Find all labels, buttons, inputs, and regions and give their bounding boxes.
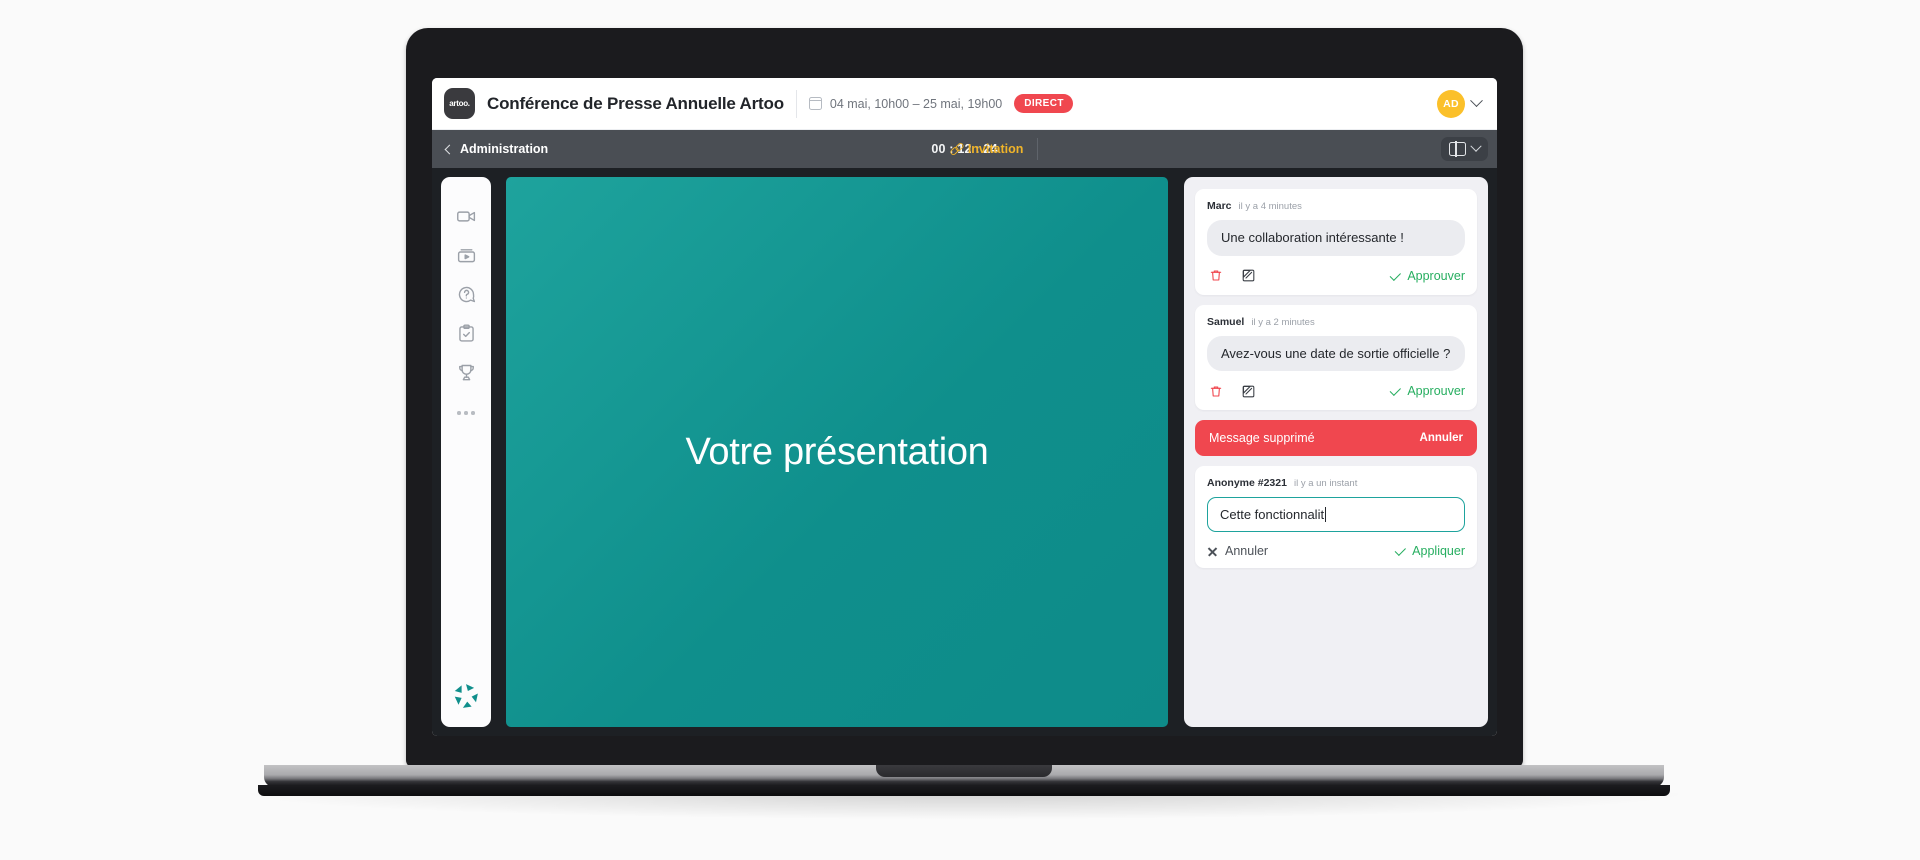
- deleted-message-banner: Message supprimé Annuler: [1195, 420, 1477, 457]
- event-date-group: 04 mai, 10h00 – 25 mai, 19h00: [808, 96, 1003, 111]
- trophy-icon: [458, 364, 474, 380]
- page-title: Conférence de Presse Annuelle Artoo: [487, 93, 784, 113]
- artoo-logo-text: artoo.: [449, 99, 470, 108]
- sidebar-brand-logo[interactable]: [449, 679, 483, 713]
- shutter-logo-icon: [454, 684, 478, 708]
- approve-comment-button[interactable]: Approuver: [1389, 268, 1465, 283]
- chevron-left-icon: [444, 144, 455, 154]
- more-dots-icon: [457, 411, 475, 415]
- comment-timestamp: il y a un instant: [1293, 478, 1358, 490]
- toolbar-divider: [1037, 138, 1039, 160]
- comment-author: Marc: [1207, 200, 1232, 212]
- chevron-down-icon[interactable]: [1470, 94, 1483, 108]
- comment-card: Marc il y a 4 minutes Une collaboration …: [1195, 189, 1477, 295]
- apply-label: Appliquer: [1412, 544, 1465, 559]
- presentation-stage[interactable]: Votre présentation: [506, 177, 1168, 727]
- cancel-label: Annuler: [1225, 544, 1269, 559]
- sidebar-item-video[interactable]: [449, 199, 483, 233]
- split-panel-icon: [1448, 141, 1466, 157]
- close-icon: [1207, 546, 1218, 557]
- header-divider: [795, 89, 797, 118]
- calendar-icon: [808, 97, 823, 110]
- moderation-panel: Marc il y a 4 minutes Une collaboration …: [1184, 177, 1488, 727]
- approve-label: Approuver: [1407, 268, 1465, 283]
- laptop-lid: artoo. Conférence de Presse Annuelle Art…: [406, 28, 1523, 768]
- sidebar-item-questions[interactable]: [449, 277, 483, 311]
- clipboard-check-icon: [458, 323, 474, 342]
- toolbar-right-group: Invitation: [951, 138, 1039, 160]
- apply-edit-button[interactable]: Appliquer: [1394, 544, 1465, 559]
- back-label: Administration: [460, 142, 549, 156]
- laptop-shadow: [250, 793, 1678, 819]
- comment-header: Samuel il y a 2 minutes: [1207, 316, 1465, 328]
- comment-edit-actions: Annuler Appliquer: [1207, 544, 1465, 558]
- comment-timestamp: il y a 2 minutes: [1251, 316, 1315, 328]
- comment-header: Anonyme #2321 il y a un instant: [1207, 477, 1465, 489]
- comment-edit-value: Cette fonctionnalit: [1220, 507, 1325, 523]
- edit-comment-button[interactable]: [1239, 267, 1257, 285]
- app-header: artoo. Conférence de Presse Annuelle Art…: [432, 78, 1497, 130]
- pencil-square-icon: [1242, 269, 1254, 282]
- layout-switch-button[interactable]: [1440, 137, 1488, 161]
- approve-comment-button[interactable]: Approuver: [1389, 384, 1465, 399]
- question-bubble-icon: [458, 286, 475, 302]
- chevron-down-icon: [1470, 140, 1482, 152]
- invitation-label: Invitation: [967, 142, 1024, 156]
- comment-author: Anonyme #2321: [1207, 477, 1287, 490]
- account-menu[interactable]: AD: [1437, 89, 1483, 118]
- media-play-icon: [457, 248, 475, 262]
- check-icon: [1389, 269, 1402, 281]
- laptop-mockup: artoo. Conférence de Presse Annuelle Art…: [0, 0, 1920, 860]
- event-date-range: 04 mai, 10h00 – 25 mai, 19h00: [829, 96, 1003, 111]
- comment-timestamp: il y a 4 minutes: [1238, 201, 1302, 212]
- avatar[interactable]: AD: [1437, 89, 1465, 118]
- app-screen: artoo. Conférence de Presse Annuelle Art…: [432, 78, 1497, 736]
- approve-label: Approuver: [1407, 384, 1465, 399]
- back-to-administration-button[interactable]: Administration: [444, 142, 549, 156]
- video-camera-icon: [456, 210, 475, 222]
- deleted-message-text: Message supprimé: [1209, 431, 1315, 446]
- status-badge: DIRECT: [1014, 94, 1073, 113]
- invitation-button[interactable]: Invitation: [951, 142, 1038, 156]
- link-icon: [951, 144, 962, 155]
- comment-message: Avez-vous une date de sortie officielle …: [1207, 335, 1465, 372]
- session-toolbar: Administration 00 : 12 : 24 Invitation: [432, 130, 1497, 168]
- sidebar-item-more[interactable]: [449, 394, 483, 428]
- sidebar-item-media[interactable]: [449, 238, 483, 272]
- pencil-square-icon: [1242, 385, 1254, 397]
- comment-actions: Approuver: [1207, 382, 1465, 400]
- laptop-hinge: [264, 765, 1664, 787]
- app-body: Votre présentation Marc il y a 4 minutes…: [432, 168, 1497, 736]
- trash-icon: [1210, 270, 1222, 281]
- cancel-edit-button[interactable]: Annuler: [1207, 544, 1268, 558]
- sidebar-item-survey[interactable]: [449, 316, 483, 350]
- comment-actions: Approuver: [1207, 267, 1465, 285]
- comment-edit-input[interactable]: Cette fonctionnalit: [1207, 497, 1465, 533]
- edit-comment-button[interactable]: [1239, 382, 1257, 400]
- comment-message: Une collaboration intéressante !: [1207, 220, 1465, 256]
- stage-title: Votre présentation: [685, 430, 989, 473]
- text-caret: [1325, 507, 1327, 523]
- comment-header: Marc il y a 4 minutes: [1207, 200, 1465, 212]
- undo-delete-button[interactable]: Annuler: [1420, 432, 1463, 444]
- trash-icon: [1210, 386, 1222, 397]
- check-icon: [1389, 384, 1402, 397]
- artoo-logo-icon[interactable]: artoo.: [444, 88, 475, 119]
- comment-author: Samuel: [1207, 315, 1245, 328]
- delete-comment-button[interactable]: [1207, 267, 1225, 285]
- sidebar-item-leaderboard[interactable]: [449, 355, 483, 389]
- check-icon: [1394, 544, 1407, 557]
- delete-comment-button[interactable]: [1207, 382, 1225, 400]
- tool-sidebar: [441, 177, 491, 727]
- comment-edit-card: Anonyme #2321 il y a un instant Cette fo…: [1195, 466, 1477, 569]
- comment-card: Samuel il y a 2 minutes Avez-vous une da…: [1195, 304, 1477, 411]
